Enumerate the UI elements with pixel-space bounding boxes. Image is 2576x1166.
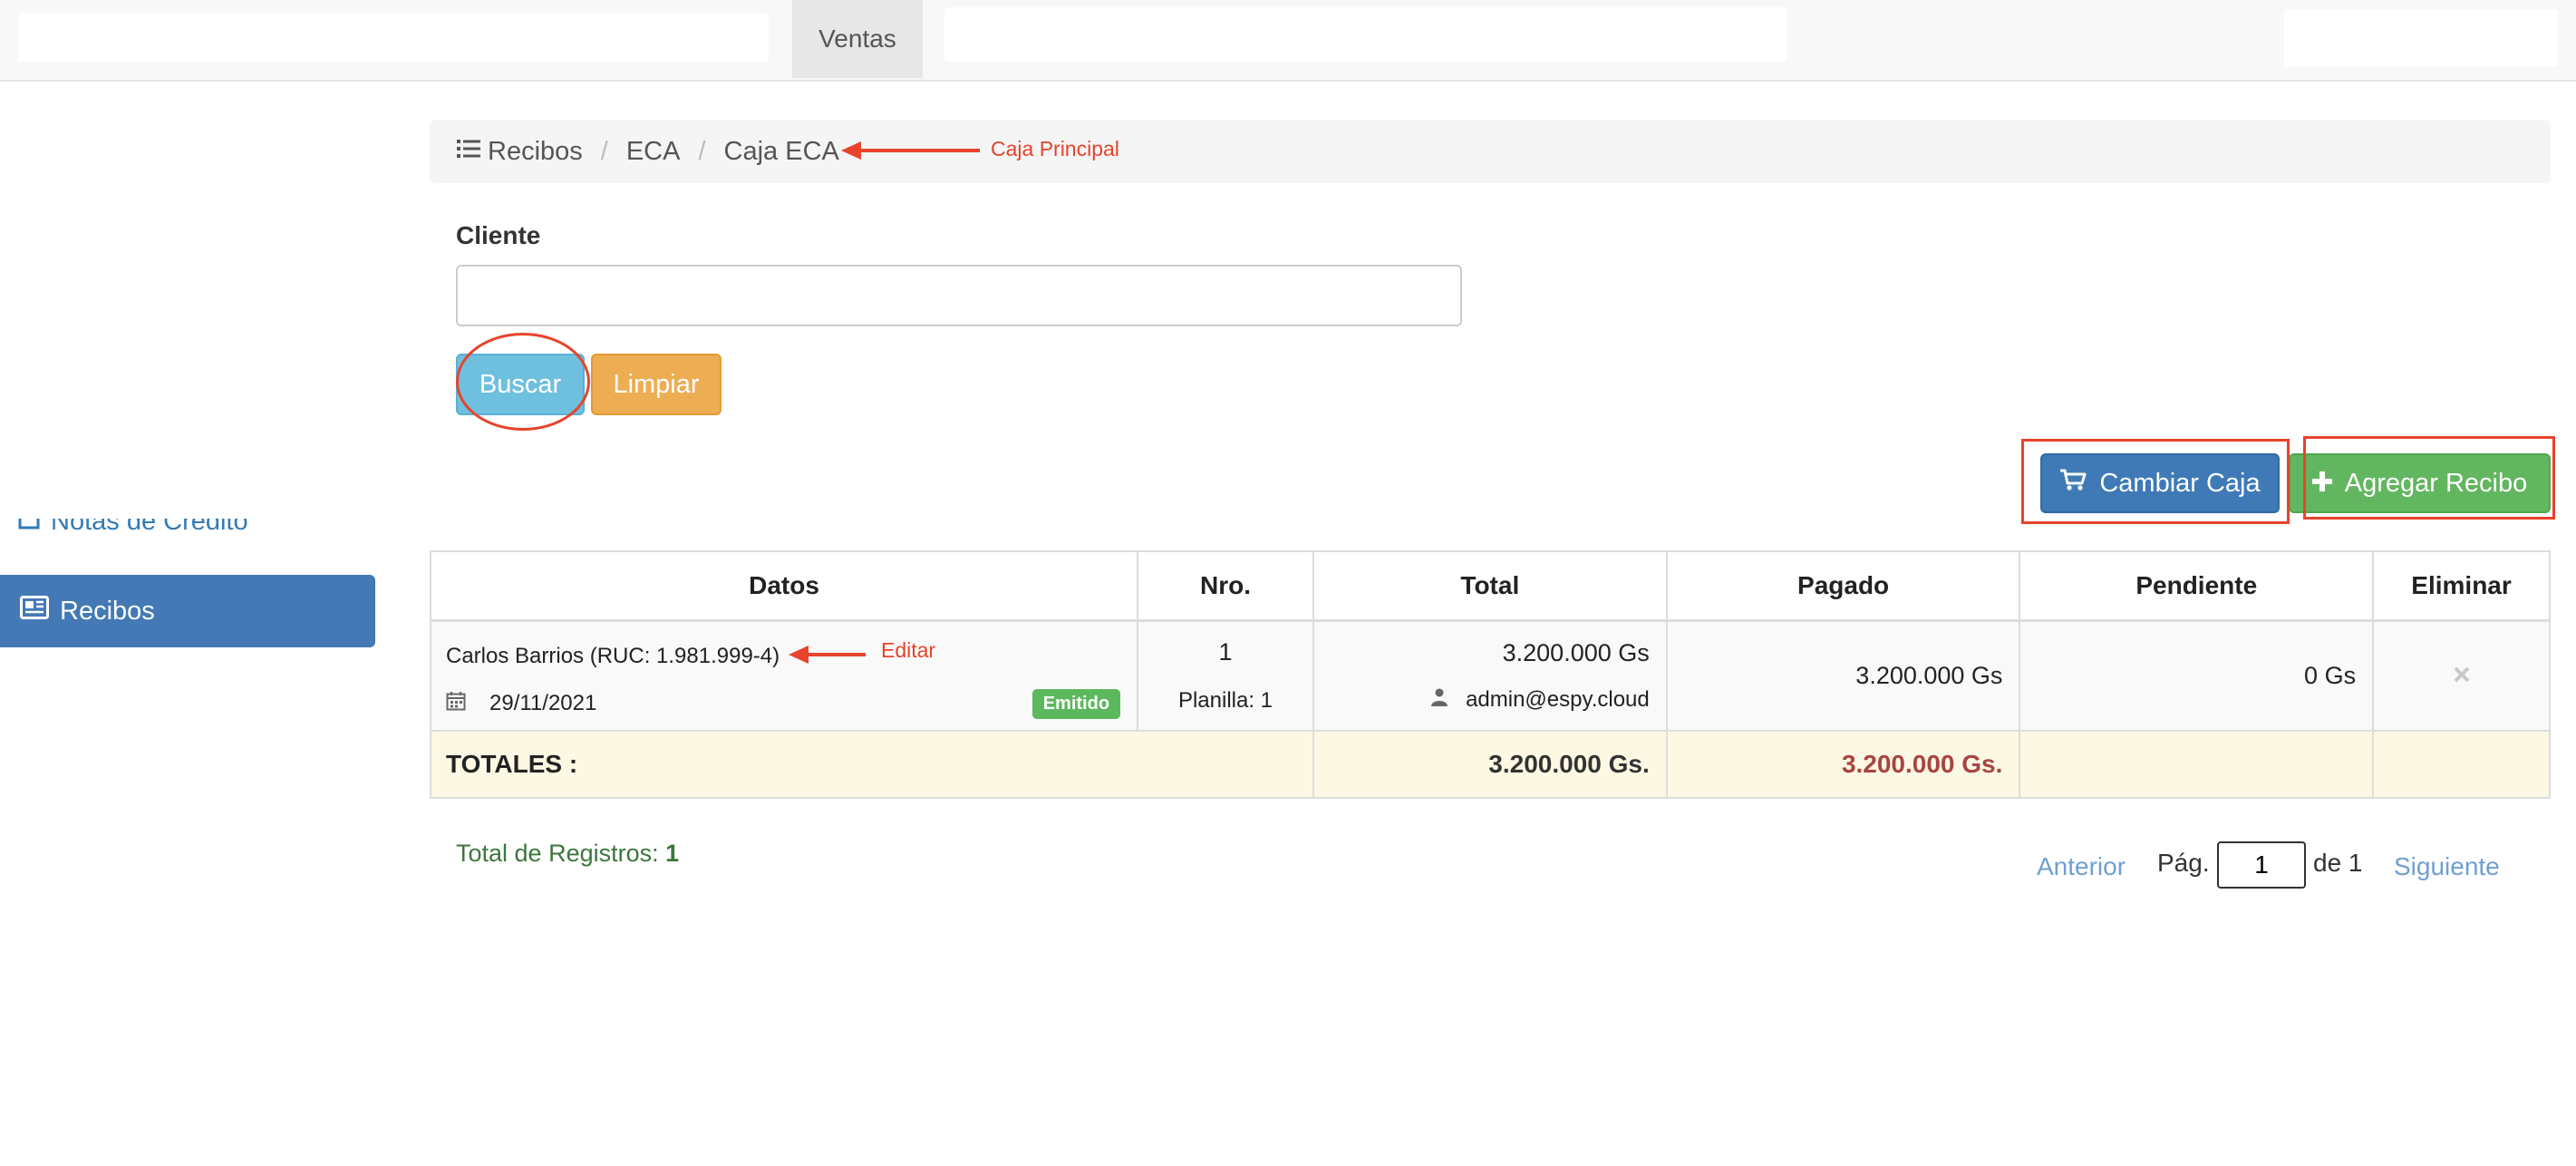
calendar-icon xyxy=(446,691,466,717)
list-icon xyxy=(457,137,480,167)
column-header-pagado[interactable]: Pagado xyxy=(1665,550,2021,622)
fecha-value: 29/11/2021 xyxy=(489,691,597,715)
totals-pendiente xyxy=(2019,730,2375,799)
annotation-box-cambiar xyxy=(2021,439,2290,524)
total-value: 3.200.000 Gs xyxy=(1502,638,1650,666)
total-registros-value: 1 xyxy=(665,840,680,867)
cell-total: 3.200.000 Gs admin@espy.cloud xyxy=(1312,619,1668,732)
column-header-total[interactable]: Total xyxy=(1312,550,1668,622)
annotation-caja-principal: Caja Principal xyxy=(991,137,1119,160)
recibos-table: Datos Nro. Total Pagado Pendiente Elimin… xyxy=(429,550,2551,799)
table-header-row: Datos Nro. Total Pagado Pendiente Elimin… xyxy=(429,550,2551,622)
column-header-nro[interactable]: Nro. xyxy=(1137,550,1314,622)
planilla-value: Planilla: 1 xyxy=(1177,687,1273,713)
breadcrumb-recibos[interactable]: Recibos xyxy=(457,137,583,167)
navbar-menu-placeholder[interactable] xyxy=(944,7,1787,62)
cell-eliminar xyxy=(2372,619,2551,732)
page-number-input[interactable] xyxy=(2217,841,2306,889)
column-header-eliminar[interactable]: Eliminar xyxy=(2372,550,2551,622)
status-badge: Emitido xyxy=(1031,688,1121,719)
pager-of-label: de 1 xyxy=(2313,849,2363,877)
annotation-arrow-line xyxy=(857,149,980,152)
total-registros: Total de Registros: 1 xyxy=(456,840,679,868)
document-icon xyxy=(18,519,42,536)
annotation-editar: Editar xyxy=(881,638,936,662)
cliente-link[interactable]: Carlos Barrios (RUC: 1.981.999-4) xyxy=(446,644,780,669)
cell-pendiente: 0 Gs xyxy=(2019,619,2375,732)
usuario-group: admin@espy.cloud xyxy=(1315,687,1650,713)
pager-anterior[interactable]: Anterior xyxy=(2037,852,2126,881)
user-icon xyxy=(1431,687,1448,713)
column-header-pendiente[interactable]: Pendiente xyxy=(2019,550,2375,622)
navbar-brand-placeholder[interactable] xyxy=(18,13,769,62)
breadcrumb-recibos-label: Recibos xyxy=(488,136,583,166)
annotation-arrow-line xyxy=(804,653,866,656)
top-navbar: Ventas xyxy=(0,0,2576,82)
newspaper-icon xyxy=(20,596,49,627)
breadcrumb-caja-eca: Caja ECA xyxy=(723,136,839,166)
totals-label: TOTALES : xyxy=(430,730,1314,799)
annotation-box-agregar xyxy=(2303,436,2555,520)
totals-row: TOTALES : 3.200.000 Gs. 3.200.000 Gs. xyxy=(430,730,2551,799)
tab-ventas[interactable]: Ventas xyxy=(792,0,923,78)
limpiar-button[interactable]: Limpiar xyxy=(591,354,721,415)
cell-nro: 1 Planilla: 1 xyxy=(1137,619,1314,732)
breadcrumb: Recibos / ECA / Caja ECA xyxy=(430,120,2551,183)
cell-datos: Carlos Barrios (RUC: 1.981.999-4) 29/11/… xyxy=(429,619,1139,732)
total-registros-label: Total de Registros: xyxy=(456,840,659,867)
breadcrumb-separator: / xyxy=(698,136,706,166)
annotation-circle xyxy=(456,333,590,431)
breadcrumb-eca[interactable]: ECA xyxy=(626,137,681,167)
cell-pagado: 3.200.000 Gs xyxy=(1665,619,2021,732)
sidebar-item-label: Notas de Crédito xyxy=(51,519,248,536)
table-row[interactable]: Carlos Barrios (RUC: 1.981.999-4) 29/11/… xyxy=(429,619,2551,732)
sidebar-item-notas-credito[interactable]: Notas de Crédito xyxy=(18,519,248,537)
navbar-user-placeholder[interactable] xyxy=(2284,9,2558,67)
totals-total: 3.200.000 Gs. xyxy=(1312,730,1668,799)
cliente-label: Cliente xyxy=(456,221,541,249)
tab-ventas-label: Ventas xyxy=(818,24,896,53)
cliente-input[interactable] xyxy=(456,265,1462,326)
fecha-group: 29/11/2021 xyxy=(446,691,596,717)
usuario-value: admin@espy.cloud xyxy=(1466,686,1650,712)
close-icon[interactable] xyxy=(2453,660,2471,690)
nro-value: 1 xyxy=(1218,637,1233,666)
breadcrumb-separator: / xyxy=(600,136,608,166)
column-header-datos[interactable]: Datos xyxy=(429,550,1139,622)
totals-pagado: 3.200.000 Gs. xyxy=(1665,730,2021,799)
totals-eliminar xyxy=(2372,730,2551,799)
sidebar-item-recibos[interactable]: Recibos xyxy=(0,575,375,647)
pager-siguiente[interactable]: Siguiente xyxy=(2394,852,2500,881)
sidebar-item-label: Recibos xyxy=(60,596,155,626)
limpiar-button-label: Limpiar xyxy=(613,369,700,399)
pager-pag-label: Pág. xyxy=(2157,849,2210,877)
